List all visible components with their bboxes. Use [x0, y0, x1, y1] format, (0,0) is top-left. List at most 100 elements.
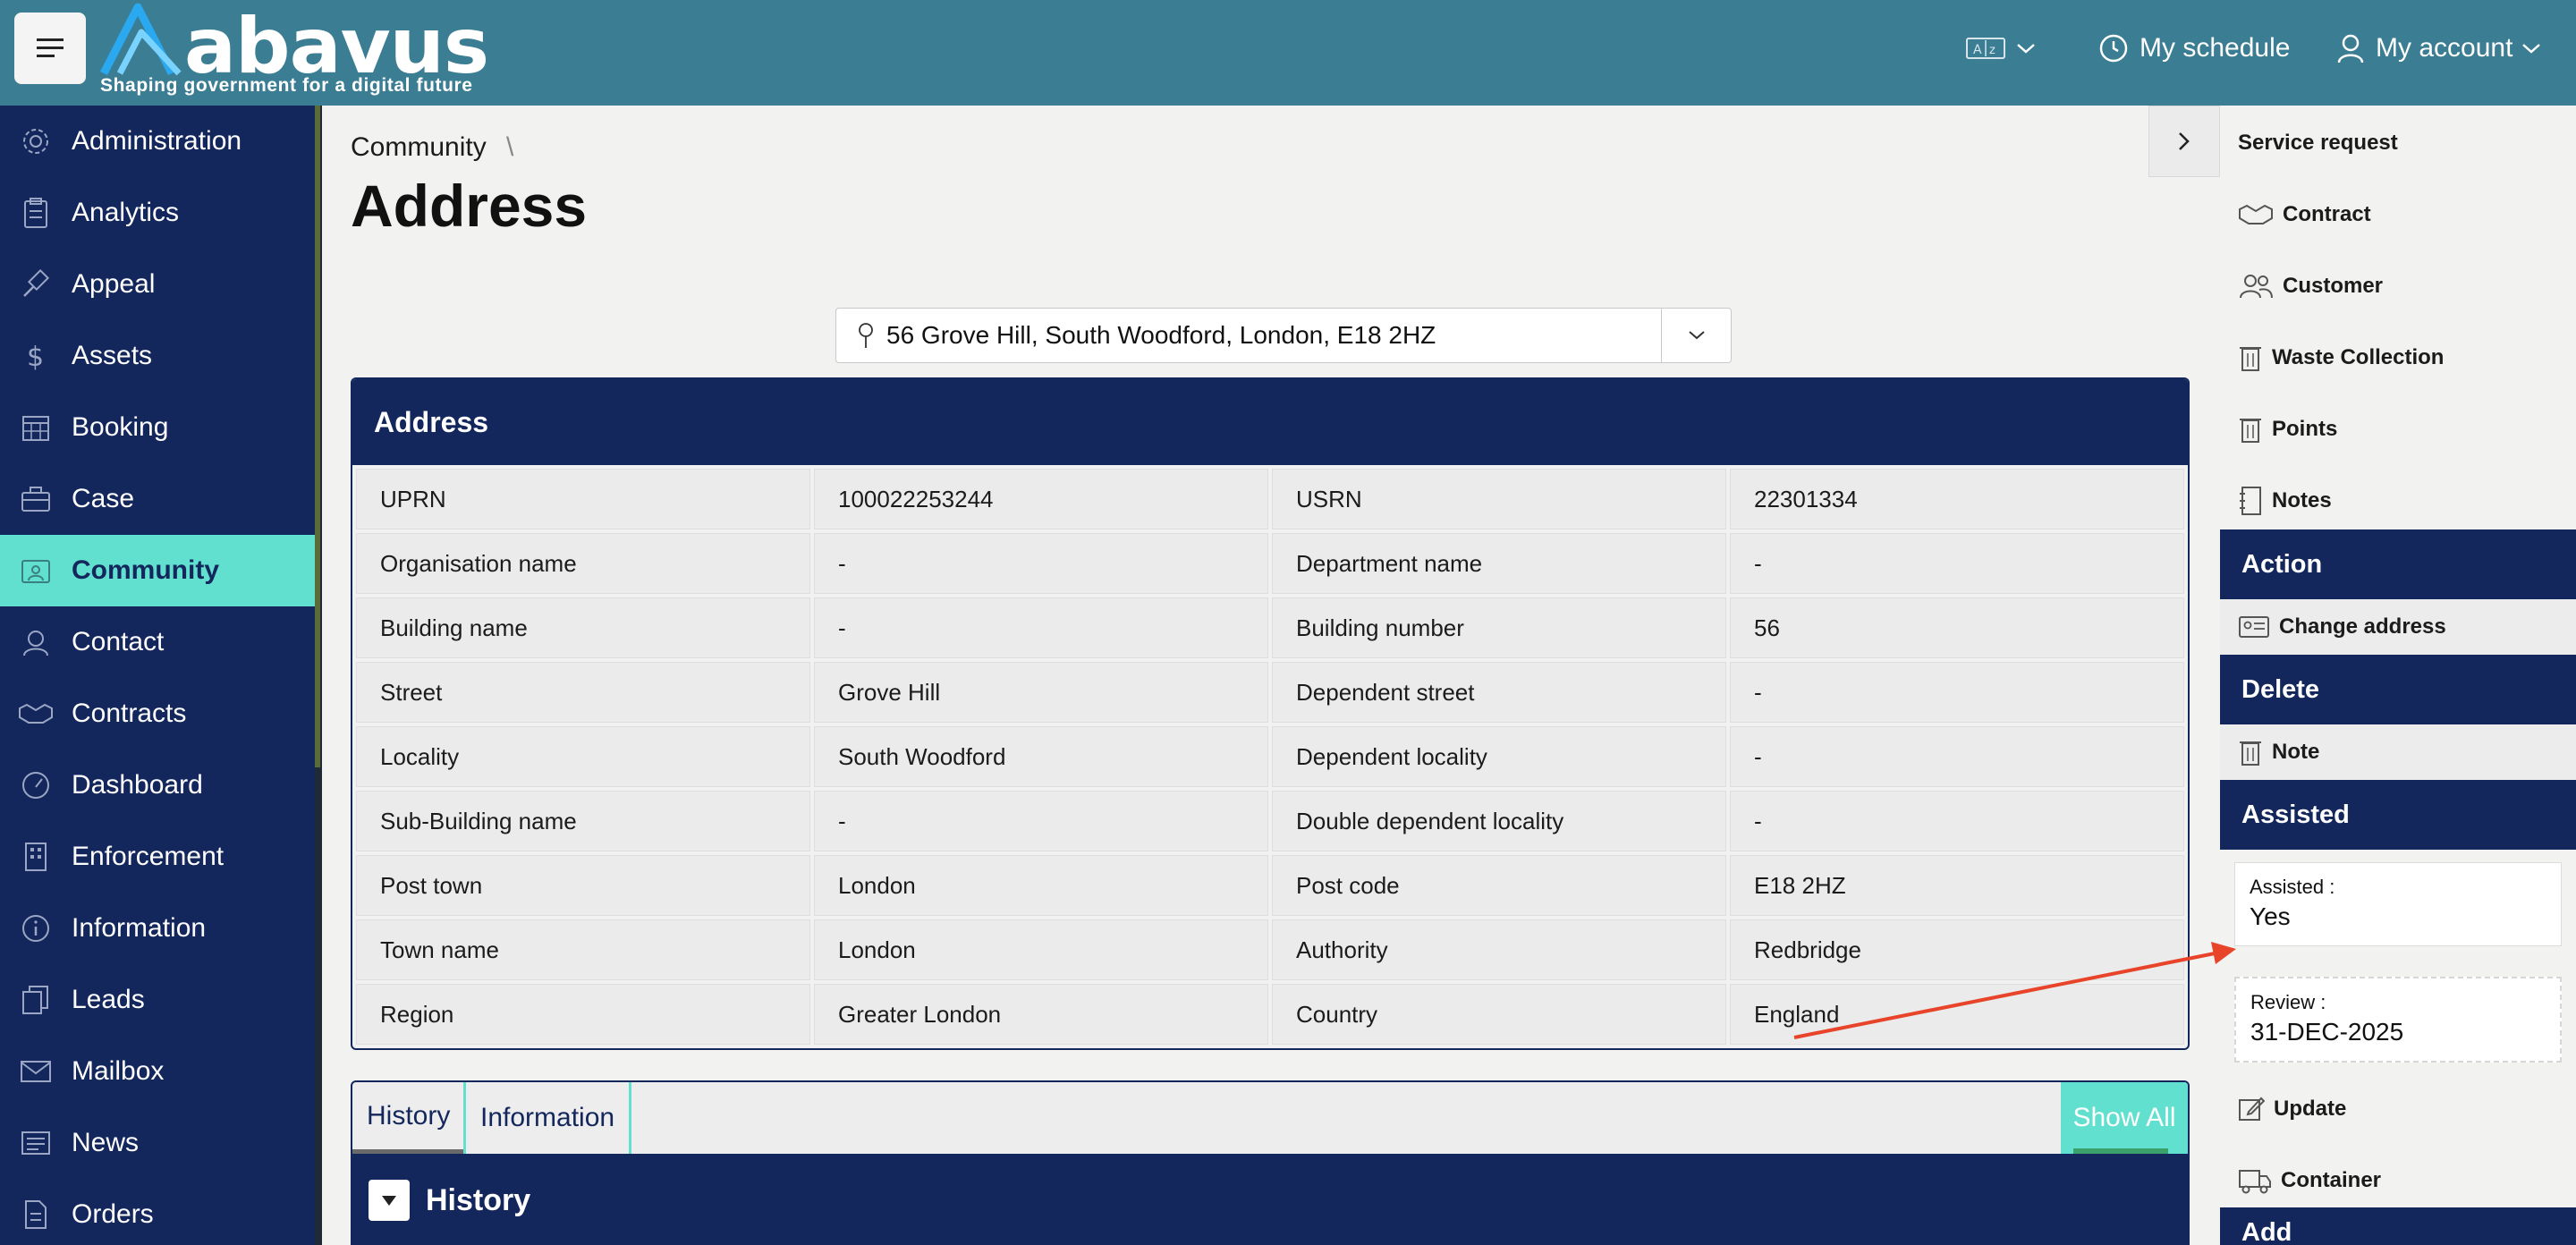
address-field-value: -	[814, 533, 1268, 594]
svg-text:$: $	[27, 342, 44, 372]
address-field-value: Greater London	[814, 984, 1268, 1045]
address-field-label: Post code	[1272, 855, 1726, 916]
notes-link[interactable]: Notes	[2238, 474, 2332, 528]
address-field-value: London	[814, 919, 1268, 980]
points-link[interactable]: Points	[2238, 402, 2337, 456]
mail-icon	[18, 1054, 54, 1089]
headset-icon	[18, 624, 54, 660]
sidebar-item-mailbox[interactable]: Mailbox	[0, 1036, 315, 1107]
customer-link[interactable]: Customer	[2238, 259, 2383, 313]
briefcase-icon	[18, 481, 54, 517]
my-schedule-link[interactable]: My schedule	[2098, 30, 2290, 66]
sidebar-nav: Administration Analytics Appeal $ Assets…	[0, 106, 315, 1245]
address-field-label: Sub-Building name	[356, 791, 810, 851]
gear-icon	[18, 123, 54, 159]
svg-text:A: A	[1973, 43, 1982, 57]
sidebar-item-appeal[interactable]: Appeal	[0, 249, 315, 320]
sidebar-item-assets[interactable]: $ Assets	[0, 320, 315, 392]
sidebar-item-contracts[interactable]: Contracts	[0, 678, 315, 750]
service-request-link[interactable]: Service request	[2238, 116, 2398, 170]
svg-text:z: z	[1989, 44, 1996, 57]
language-switcher[interactable]: A z	[1966, 30, 2046, 66]
sidebar-item-community[interactable]: Community	[0, 535, 315, 606]
update-button[interactable]: Update	[2238, 1082, 2346, 1136]
waste-collection-link[interactable]: Waste Collection	[2238, 331, 2444, 385]
action-section-header: Action	[2220, 529, 2576, 599]
address-field-value: 100022253244	[814, 469, 1268, 529]
tab-history[interactable]: History	[352, 1082, 465, 1154]
top-bar: abavus Shaping government for a digital …	[0, 0, 2576, 106]
change-address-button[interactable]: Change address	[2238, 600, 2446, 654]
logo-mark-icon	[99, 3, 182, 76]
assisted-label: Assisted :	[2250, 876, 2335, 898]
history-toggle-button[interactable]	[369, 1180, 410, 1221]
my-account-label: My account	[2376, 33, 2513, 63]
calendar-icon	[18, 410, 54, 445]
id-card-icon	[2239, 616, 2269, 638]
address-field-label: Locality	[356, 726, 810, 787]
gauge-icon	[18, 767, 54, 803]
logo-tagline: Shaping government for a digital future	[100, 75, 473, 96]
sidebar-item-news[interactable]: News	[0, 1107, 315, 1179]
address-field-value: 56	[1730, 597, 2184, 658]
gavel-icon	[18, 267, 54, 302]
info-icon	[18, 910, 54, 946]
address-dropdown-button[interactable]	[1661, 309, 1731, 362]
my-account-menu[interactable]: My account	[2336, 30, 2552, 66]
address-field-label: Region	[356, 984, 810, 1045]
address-select[interactable]: 56 Grove Hill, South Woodford, London, E…	[835, 308, 1732, 363]
delete-note-button[interactable]: Note	[2238, 725, 2319, 779]
container-button[interactable]: Container	[2238, 1154, 2381, 1207]
address-field-value: 22301334	[1730, 469, 2184, 529]
hamburger-menu-button[interactable]	[14, 13, 86, 84]
address-field-value: Grove Hill	[814, 662, 1268, 723]
review-label: Review :	[2250, 991, 2326, 1013]
sidebar-item-booking[interactable]: Booking	[0, 392, 315, 463]
sidebar-item-orders[interactable]: Orders	[0, 1179, 315, 1245]
bin-icon	[2240, 741, 2261, 766]
user-icon	[2337, 34, 2364, 64]
breadcrumb-community-link[interactable]: Community	[351, 132, 487, 162]
clock-icon	[2099, 34, 2128, 63]
sidebar-item-leads[interactable]: Leads	[0, 964, 315, 1036]
contract-link[interactable]: Contract	[2238, 188, 2371, 241]
review-field: Review : 31-DEC-2025	[2234, 977, 2562, 1063]
sidebar-item-analytics[interactable]: Analytics	[0, 177, 315, 249]
chevron-right-icon	[2179, 132, 2190, 150]
sidebar-item-case[interactable]: Case	[0, 463, 315, 535]
delete-section-header: Delete	[2220, 655, 2576, 724]
sidebar-item-enforcement[interactable]: Enforcement	[0, 821, 315, 893]
address-field-value: -	[1730, 791, 2184, 851]
sidebar-item-information[interactable]: Information	[0, 893, 315, 964]
dollar-icon: $	[18, 338, 54, 374]
address-field-value: London	[814, 855, 1268, 916]
truck-icon	[2239, 1170, 2271, 1194]
history-section-header: History	[352, 1154, 2188, 1243]
map-pin-icon	[859, 323, 873, 348]
show-all-button[interactable]: Show All	[2061, 1082, 2188, 1154]
translate-icon: A z	[1966, 38, 2005, 59]
address-field-label: USRN	[1272, 469, 1726, 529]
breadcrumb-separator: \	[506, 132, 514, 162]
address-field-value: E18 2HZ	[1730, 855, 2184, 916]
bin-icon	[2240, 347, 2261, 371]
id-card-icon	[18, 553, 54, 589]
notebook-icon	[2240, 487, 2261, 515]
document-icon	[18, 1197, 54, 1232]
sidebar-item-dashboard[interactable]: Dashboard	[0, 750, 315, 821]
address-field-label: Dependent street	[1272, 662, 1726, 723]
abavus-logo[interactable]: abavus Shaping government for a digital …	[97, 2, 489, 102]
collapse-panel-button[interactable]	[2148, 106, 2220, 177]
sidebar-scrollbar-thumb[interactable]	[315, 106, 320, 767]
address-card: Address UPRN 100022253244 USRN 22301334 Orga…	[351, 377, 2190, 1050]
sidebar-item-administration[interactable]: Administration	[0, 106, 315, 177]
main-content: Community \ Address 56 Grove Hill, South…	[322, 106, 2190, 1245]
address-field-value: -	[814, 791, 1268, 851]
address-field-label: Building name	[356, 597, 810, 658]
address-field-value: -	[814, 597, 1268, 658]
tab-information[interactable]: Information	[463, 1082, 632, 1154]
sidebar-item-contact[interactable]: Contact	[0, 606, 315, 678]
review-value: 31-DEC-2025	[2250, 1018, 2404, 1046]
address-field-label: UPRN	[356, 469, 810, 529]
address-field-label: Organisation name	[356, 533, 810, 594]
